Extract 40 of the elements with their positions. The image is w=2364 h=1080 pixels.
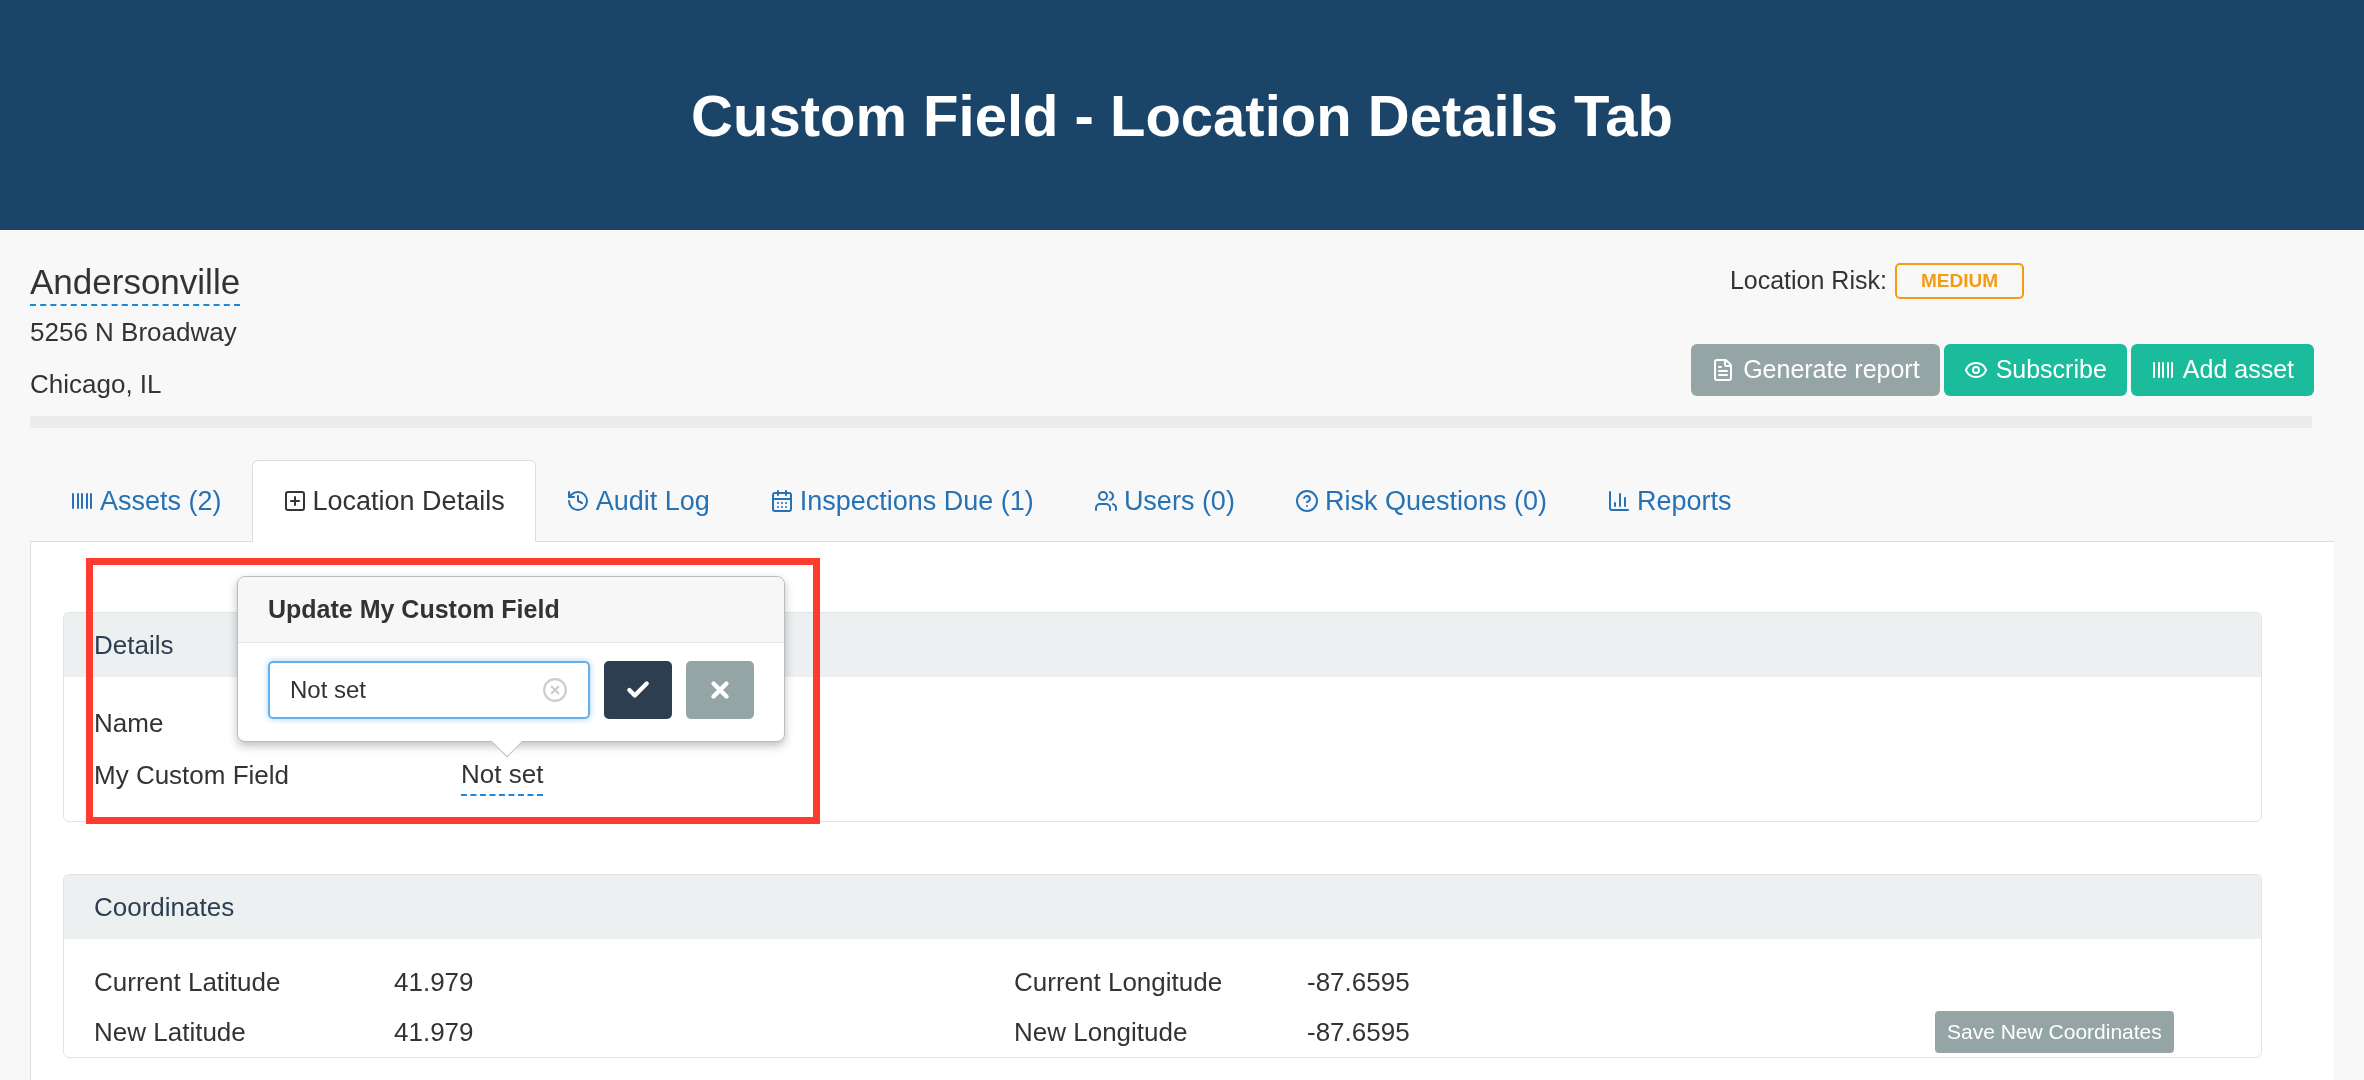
history-icon [565, 489, 590, 513]
field-label: New Latitude [94, 1015, 247, 1049]
field-label: Current Longitude [1014, 965, 1224, 999]
field-label: Current Latitude [94, 965, 282, 999]
card-title: Coordinates [94, 890, 235, 924]
generate-report-button[interactable]: Generate report [1691, 343, 1940, 396]
clear-icon[interactable] [542, 677, 568, 703]
location-name[interactable]: Andersonville [30, 260, 241, 306]
risk-label: Location Risk: [1729, 265, 1887, 296]
address-line: 5256 N Broadway [30, 316, 238, 349]
field-value: -87.6595 [1307, 965, 1411, 999]
input-field[interactable]: Not set [268, 661, 590, 719]
field-label: Name [94, 707, 164, 738]
bar-chart-icon [1606, 489, 1631, 513]
risk-badge: MEDIUM [1894, 262, 2024, 299]
tab[interactable]: Inspections Due (1) [739, 460, 1064, 542]
page-title: Custom Field - Location Details Tab [691, 81, 1673, 150]
card-title: Details [94, 628, 174, 662]
add-asset-button[interactable]: Add asset [2130, 343, 2314, 396]
tab[interactable]: Audit Log [535, 460, 740, 542]
tab[interactable]: Reports [1576, 460, 1762, 542]
users-icon [1093, 489, 1118, 513]
tab[interactable]: Users (0) [1063, 460, 1265, 542]
field-value: 41.979 [394, 1015, 475, 1049]
confirm-button[interactable] [604, 661, 672, 719]
cancel-button[interactable] [686, 661, 754, 719]
field-label: My Custom Field [94, 759, 290, 790]
popover-title: Update My Custom Field [268, 593, 560, 625]
question-icon [1294, 489, 1319, 513]
tab[interactable]: Assets (2) [40, 460, 252, 542]
calendar-icon [769, 489, 794, 513]
field-value: -87.6595 [1307, 1015, 1411, 1049]
save-coordinates-button[interactable]: Save New Coordinates [1935, 1011, 2174, 1053]
field-label: New Longitude [1014, 1015, 1189, 1049]
subscribe-button[interactable]: Subscribe [1943, 343, 2127, 396]
address-line: Chicago, IL [30, 368, 163, 401]
tab[interactable]: Location Details [251, 460, 536, 542]
plus-icon [282, 489, 307, 513]
field-value: 41.979 [394, 965, 475, 999]
tab[interactable]: Risk Questions (0) [1264, 460, 1577, 542]
